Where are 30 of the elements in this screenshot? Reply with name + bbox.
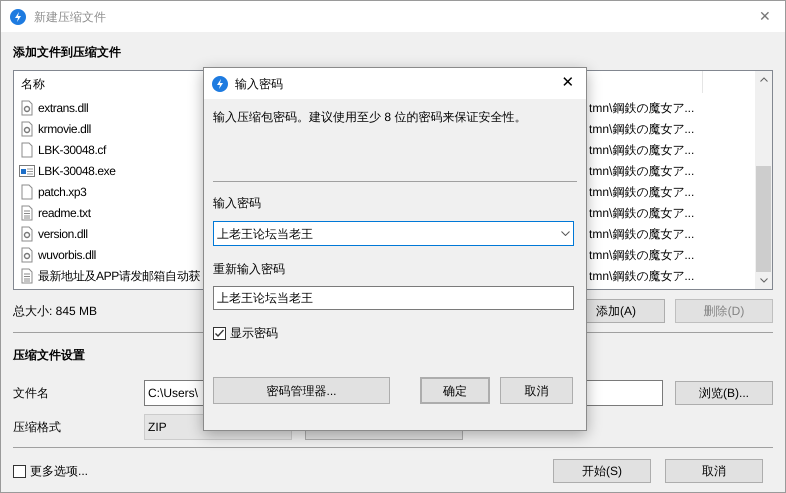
- file-path: tmn\鋼鉄の魔女ア...: [589, 120, 694, 138]
- file-name: LBK-30048.exe: [38, 162, 116, 180]
- file-name: wuvorbis.dll: [38, 246, 96, 264]
- field-label: 文件名: [13, 385, 50, 402]
- file-name: 最新地址及APP请发邮箱自动获: [38, 268, 200, 284]
- checkbox-label: 显示密码: [230, 325, 278, 342]
- file-name: patch.xp3: [38, 184, 86, 200]
- file-path: tmn\鋼鉄の魔女ア...: [589, 142, 694, 158]
- file-name: version.dll: [38, 226, 88, 242]
- checkbox-label: 更多选项...: [30, 463, 88, 480]
- dialog-title: 输入密码: [235, 76, 283, 92]
- field-label: 重新输入密码: [213, 261, 286, 278]
- file-path: tmn\鋼鉄の魔女ア...: [589, 100, 694, 116]
- dialog-description: 输入压缩包密码。建议使用至少 8 位的密码来保证安全性。: [213, 109, 528, 126]
- file-path: tmn\鋼鉄の魔女ア...: [589, 162, 694, 180]
- file-name: krmovie.dll: [38, 120, 91, 138]
- file-name: extrans.dll: [38, 100, 88, 116]
- file-name: readme.txt: [38, 204, 91, 222]
- file-path: tmn\鋼鉄の魔女ア...: [589, 246, 694, 264]
- section-title: 压缩文件设置: [13, 347, 86, 363]
- file-path: tmn\鋼鉄の魔女ア...: [589, 184, 694, 200]
- field-label: 压缩格式: [13, 419, 62, 436]
- file-name: LBK-30048.cf: [38, 142, 106, 158]
- total-size: 总大小: 845 MB: [13, 303, 98, 320]
- file-path: tmn\鋼鉄の魔女ア...: [589, 268, 694, 284]
- file-path: tmn\鋼鉄の魔女ア...: [589, 226, 694, 242]
- window-title: 新建压缩文件: [34, 8, 106, 26]
- file-path: tmn\鋼鉄の魔女ア...: [589, 204, 694, 222]
- field-label: 输入密码: [213, 195, 262, 212]
- section-title: 添加文件到压缩文件: [13, 44, 122, 60]
